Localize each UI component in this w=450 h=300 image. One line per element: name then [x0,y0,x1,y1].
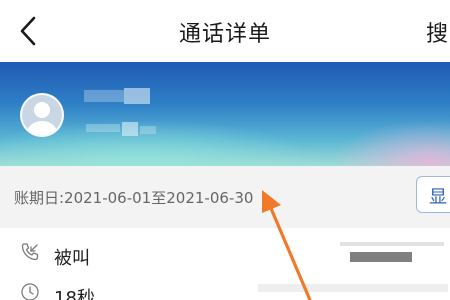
masked-phone-number [84,90,124,102]
top-nav-bar: 通话详单 搜 [0,0,450,62]
call-type-label: 被叫 [54,248,90,269]
page-title: 通话详单 [178,22,271,47]
masked-account-info [86,124,120,132]
call-duration-label: 18秒 [54,288,95,300]
masked-watermark [258,284,448,292]
display-toggle-button[interactable]: 显 [416,176,450,213]
call-record-list: 被叫 18秒 [0,228,450,300]
masked-account-info-block [122,122,138,136]
masked-caller-number-shadow [340,242,444,246]
clock-icon [21,283,39,300]
call-detail-screen: 通话详单 搜 账期日:2021-06-01至2021-06-30 显 被叫 18… [0,0,450,300]
account-banner [0,62,450,166]
billing-period-row: 账期日:2021-06-01至2021-06-30 [0,166,450,228]
masked-phone-number-block [124,88,150,104]
incoming-call-icon [21,243,39,261]
search-button[interactable]: 搜 [426,16,448,48]
masked-account-info-tail [140,126,156,134]
masked-caller-number [350,252,412,262]
billing-period-text: 账期日:2021-06-01至2021-06-30 [14,189,254,207]
user-avatar-icon [20,93,64,137]
